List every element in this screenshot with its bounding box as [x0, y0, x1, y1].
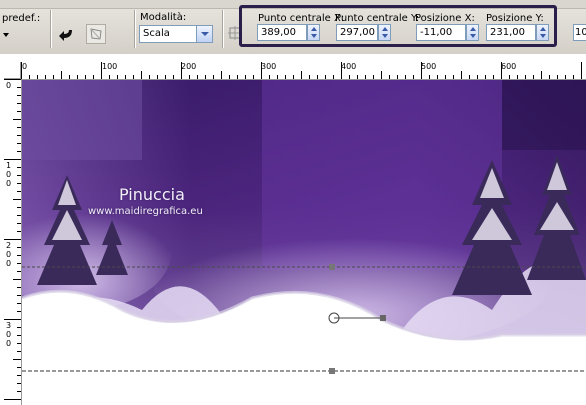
separator: [50, 10, 51, 48]
ruler-label: 0: [22, 62, 28, 71]
ruler-label: 100: [6, 161, 12, 188]
preset-label: predef.:: [2, 13, 41, 24]
vertical-ruler: 0 100 200 300: [4, 79, 22, 405]
ruler-corner: [4, 62, 21, 79]
mode-label: Modalità:: [140, 12, 187, 23]
mode-select-value: Scala: [143, 28, 170, 39]
ruler-label: 600: [501, 62, 517, 71]
watermark-name: Pinuccia: [119, 185, 185, 204]
extra-input[interactable]: 10: [573, 24, 586, 41]
ruler-label: 300: [261, 62, 277, 71]
ruler-label: 400: [341, 62, 357, 71]
reset-button[interactable]: [56, 24, 78, 44]
horizontal-ruler: 0 100 200 300 400 500 600: [21, 62, 586, 80]
ruler-label: 500: [421, 62, 437, 71]
ruler-label: 100: [102, 62, 118, 71]
separator: [222, 10, 223, 48]
highlight-frame: [239, 5, 557, 47]
canvas-image[interactable]: Pinuccia www.maidiregrafica.eu: [22, 80, 586, 405]
watermark-url: www.maidiregrafica.eu: [88, 206, 203, 217]
undo-arrow-icon: [59, 30, 72, 41]
mode-select[interactable]: Scala: [139, 25, 213, 43]
chevron-down-icon[interactable]: [196, 26, 212, 42]
ruler-label: 0: [6, 81, 12, 90]
tool-options-bar: predef.: Modalità: Scala Punto centrale …: [0, 0, 586, 55]
ruler-label: 200: [6, 241, 12, 268]
preset-dropdown[interactable]: [0, 28, 14, 42]
separator: [134, 10, 135, 48]
ruler-label: 300: [6, 321, 12, 348]
transform-button[interactable]: [86, 24, 106, 44]
winter-landscape-image: [22, 80, 586, 405]
ruler-label: 200: [181, 62, 197, 71]
deform-icon: [90, 28, 102, 40]
